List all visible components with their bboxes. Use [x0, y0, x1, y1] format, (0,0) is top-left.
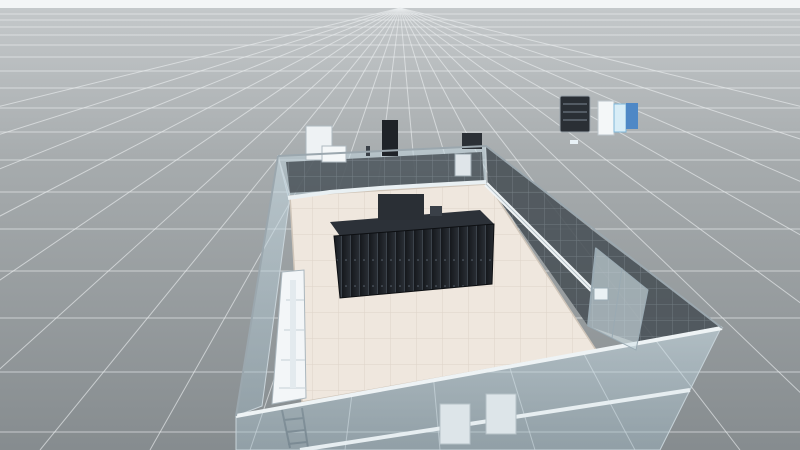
scene-canvas[interactable]: [0, 0, 800, 450]
equipment-panel-white[interactable]: [597, 100, 615, 136]
wall-panel-right[interactable]: [485, 393, 517, 435]
server-panel-dark[interactable]: [559, 95, 591, 133]
equipment-panel-accent[interactable]: [626, 103, 638, 129]
distribution-box[interactable]: [454, 153, 472, 177]
equipment-panel-blue[interactable]: [613, 103, 627, 133]
small-marker-icon: [570, 140, 578, 144]
wall-panel-left[interactable]: [439, 403, 471, 445]
sky: [0, 0, 800, 8]
3d-viewport[interactable]: [0, 0, 800, 450]
rack-small-unit: [430, 206, 442, 216]
rack-back-unit: [378, 194, 424, 220]
